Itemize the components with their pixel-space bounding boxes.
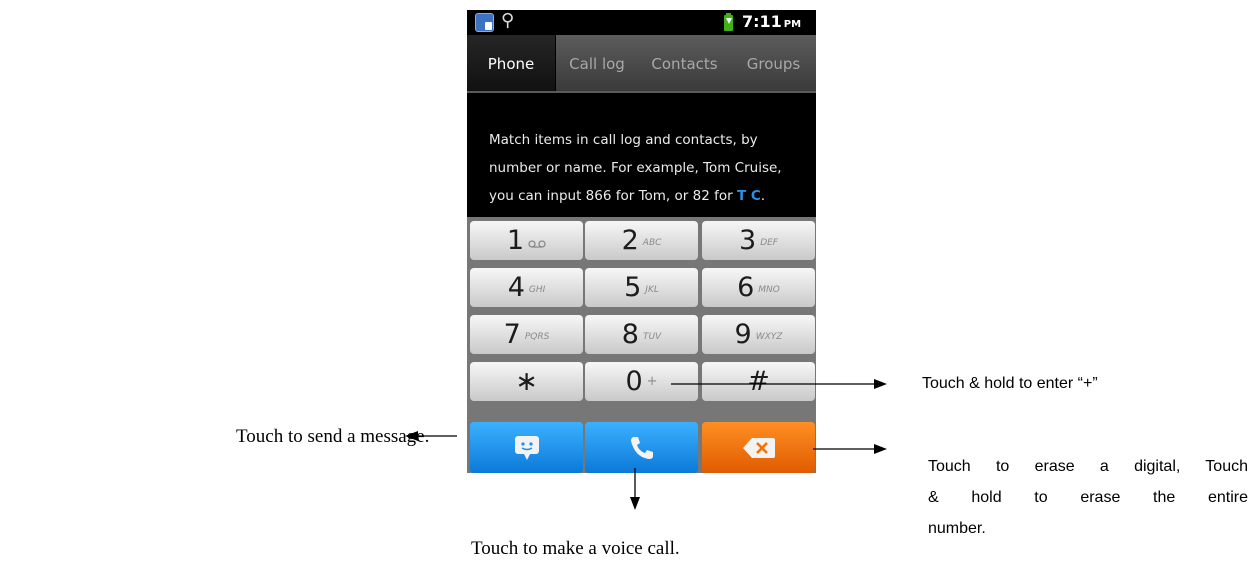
annotation-hold-plus: Touch & hold to enter “+”: [922, 375, 1098, 392]
annotation-erase: Touch to erase a digital, Touch & hold t…: [928, 458, 1248, 537]
annotation-send-message: Touch to send a message.: [236, 426, 430, 447]
annotation-voice-call: Touch to make a voice call.: [471, 538, 680, 559]
